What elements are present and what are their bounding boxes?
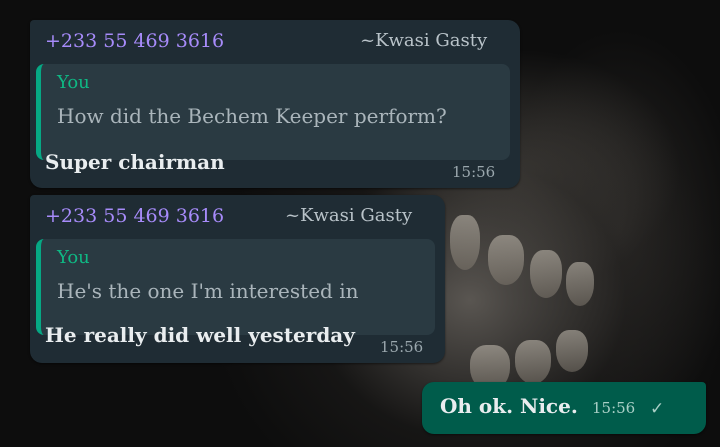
message-timestamp: 15:56 [592,399,636,417]
message-text: Oh ok. Nice. [440,394,578,418]
incoming-message-bubble[interactable]: +233 55 469 3616 ~Kwasi Gasty You He's t… [30,195,445,363]
sender-push-name: ~Kwasi Gasty [360,30,488,51]
single-check-icon: ✓ [650,399,665,419]
sender-phone-number[interactable]: +233 55 469 3616 [45,30,224,52]
message-timestamp: 15:56 [380,338,424,356]
sender-phone-number[interactable]: +233 55 469 3616 [45,205,224,227]
message-text: Super chairman [45,150,225,174]
quoted-message[interactable]: You He's the one I'm interested in [36,239,435,335]
sender-push-name: ~Kwasi Gasty [285,205,413,226]
quoted-message-author: You [57,247,90,268]
message-sender-header: +233 55 469 3616 ~Kwasi Gasty [30,20,520,54]
message-timestamp: 15:56 [452,163,496,181]
quoted-message-author: You [57,72,90,93]
quoted-message-text: How did the Bechem Keeper perform? [57,104,447,128]
incoming-message-bubble[interactable]: +233 55 469 3616 ~Kwasi Gasty You How di… [30,20,520,188]
message-text: He really did well yesterday [45,323,355,347]
quoted-message[interactable]: You How did the Bechem Keeper perform? [36,64,510,160]
outgoing-message-bubble[interactable]: Oh ok. Nice. 15:56 ✓ [422,382,706,434]
message-sender-header: +233 55 469 3616 ~Kwasi Gasty [30,195,445,229]
quoted-message-text: He's the one I'm interested in [57,279,359,303]
